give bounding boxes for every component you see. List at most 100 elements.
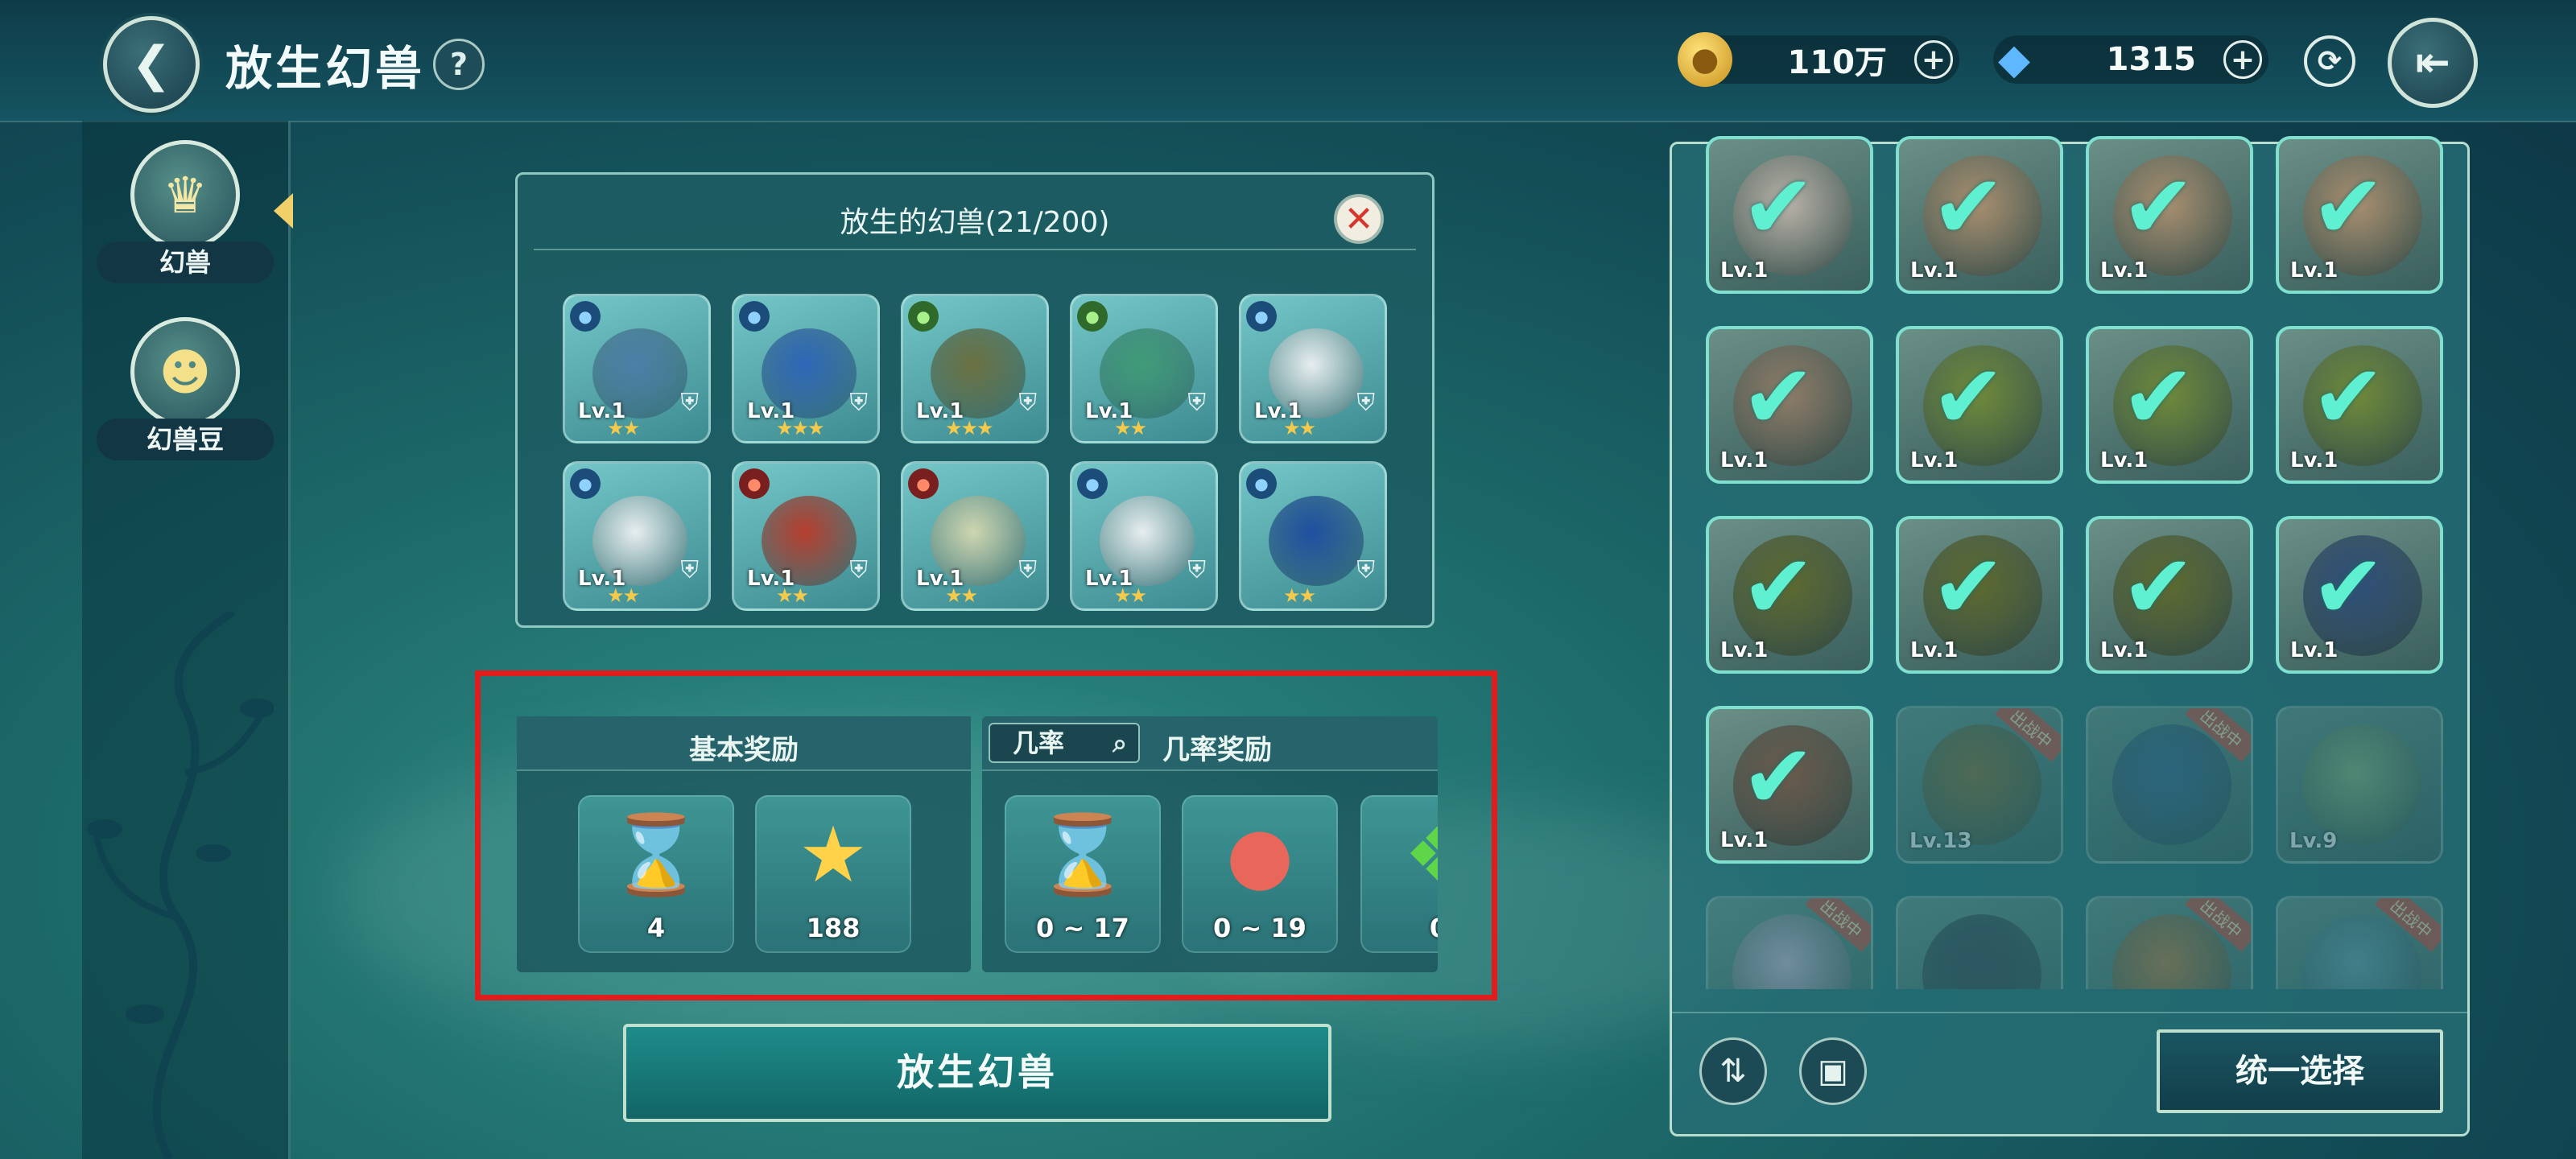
beast-stars: ★★	[2089, 479, 2250, 481]
beast-stars: ★★	[1899, 479, 2060, 481]
inventory-beast-card[interactable]: ✔Lv.1 ★★	[1706, 326, 1873, 484]
inventory-beast-card[interactable]: 出战中★★★★	[2086, 706, 2253, 864]
filter-button[interactable]: ▣	[1799, 1037, 1867, 1105]
beast-portrait	[1269, 496, 1364, 586]
beast-stars: ★★	[776, 584, 809, 607]
released-beast-card[interactable]: ● ⛨ Lv.1 ★★	[563, 461, 711, 611]
beast-stars: ★★★	[945, 417, 994, 439]
role-icon: ⛨	[1356, 389, 1376, 417]
inventory-toolbar: ⇅ ▣ 统一选择	[1672, 1012, 2467, 1134]
checkmark-icon: ✔	[2121, 155, 2196, 258]
help-button[interactable]: ?	[433, 39, 485, 90]
inventory-scroll[interactable]: ✔Lv.1★★✔Lv.1★★✔Lv.1★★✔Lv.1★★✔Lv.1★★✔Lv.1…	[1706, 136, 2454, 989]
sort-button[interactable]: ⇅	[1699, 1037, 1767, 1105]
released-count-title: 放生的幻兽(21/200)	[840, 206, 1110, 239]
beast-inventory-panel: ✔Lv.1★★✔Lv.1★★✔Lv.1★★✔Lv.1★★✔Lv.1★★✔Lv.1…	[1670, 136, 2470, 1136]
close-button[interactable]: ✕	[1334, 194, 1384, 244]
inventory-beast-card[interactable]: ✔Lv.1 ★	[1706, 516, 1873, 674]
inventory-beast-card[interactable]: ✔Lv.1 ★	[1706, 706, 1873, 864]
beast-stars: ★	[1709, 859, 1870, 860]
checkmark-icon: ✔	[2121, 345, 2196, 448]
beast-stars: ★★	[607, 584, 640, 607]
beast-level: Lv.1	[2290, 258, 2339, 283]
exit-door-icon: ⇤	[2415, 39, 2450, 87]
beast-level: Lv.1	[1910, 638, 1959, 662]
checkmark-icon: ✔	[2311, 155, 2386, 258]
sidebar-item-beast-beans[interactable]: ☻ 幻兽豆	[82, 306, 288, 475]
inventory-beast-card[interactable]: 出战中	[1706, 896, 1873, 989]
add-diamond-button[interactable]: +	[2223, 40, 2262, 79]
role-icon: ⛨	[849, 389, 869, 417]
beast-stars: ★★★★	[1898, 860, 2061, 861]
settings-button[interactable]: ⟳	[2304, 35, 2355, 87]
inventory-beast-card[interactable]: ✔Lv.1 ★★	[1896, 326, 2063, 484]
select-all-button[interactable]: 统一选择	[2157, 1029, 2443, 1113]
released-beast-card[interactable]: ● ⛨ Lv.1 ★★	[1239, 294, 1387, 443]
released-beast-card[interactable]: ● ⛨ ★★	[1239, 461, 1387, 611]
release-beasts-button[interactable]: 放生幻兽	[623, 1024, 1331, 1122]
active-indicator-icon	[274, 193, 293, 229]
leaf-element-icon: ●	[1077, 301, 1108, 332]
diamond-icon: ◆	[1998, 35, 2030, 84]
beast-stars: ★★★★★	[2278, 860, 2441, 861]
beast-level: Lv.1	[1910, 448, 1959, 472]
released-beast-card[interactable]: ● ⛨ Lv.1 ★★	[732, 461, 880, 611]
inventory-beast-card[interactable]	[1896, 896, 2063, 989]
beast-stars: ★★	[1114, 417, 1147, 439]
beast-stars: ★★	[945, 584, 978, 607]
beast-stars: ★★	[1709, 289, 1870, 291]
inventory-beast-card[interactable]: ✔Lv.1 ★★	[1706, 136, 1873, 294]
inventory-beast-card[interactable]: Lv.9 ★★★★★	[2276, 706, 2443, 864]
inventory-beast-card[interactable]: ✔Lv.1 ★★	[2276, 326, 2443, 484]
inventory-beast-card[interactable]: ✔Lv.1 ★★	[2276, 136, 2443, 294]
add-gold-button[interactable]: +	[1914, 40, 1953, 79]
role-icon: ⛨	[1356, 556, 1376, 584]
released-beast-card[interactable]: ● ⛨ Lv.1 ★★	[1070, 461, 1218, 611]
water-element-icon: ●	[739, 301, 770, 332]
checkmark-icon: ✔	[1931, 345, 2006, 448]
inventory-beast-card[interactable]: ✔Lv.1 ★★	[2086, 326, 2253, 484]
released-beast-card[interactable]: ● ⛨ Lv.1 ★★	[1070, 294, 1218, 443]
sidebar-item-beasts[interactable]: ♛ 幻兽	[82, 129, 293, 298]
gold-counter: ● 110万 +	[1678, 32, 1959, 87]
beast-level: Lv.1	[2290, 638, 2339, 662]
inventory-beast-card[interactable]: ✔Lv.1 ★★	[2086, 516, 2253, 674]
inventory-beast-card[interactable]: ✔Lv.1 ★★	[1896, 136, 2063, 294]
fire-element-icon: ●	[739, 468, 770, 499]
beast-stars: ★★	[1283, 584, 1316, 607]
released-beast-card[interactable]: ● ⛨ Lv.1 ★★★	[901, 294, 1049, 443]
released-beast-card[interactable]: ● ⛨ Lv.1 ★★★	[732, 294, 880, 443]
beast-stars: ★★	[2279, 479, 2440, 481]
leaf-element-icon: ●	[908, 301, 939, 332]
inventory-beast-card[interactable]: 出战中Lv.13★★★★	[1896, 706, 2063, 864]
beast-level: Lv.1	[2100, 258, 2149, 283]
highlight-box	[475, 670, 1497, 1000]
exit-button[interactable]: ⇤	[2388, 18, 2478, 108]
role-icon: ⛨	[1018, 556, 1038, 584]
inventory-beast-card[interactable]: ✔Lv.1 ★★	[1896, 516, 2063, 674]
beast-stars: ★★	[2279, 289, 2440, 291]
beast-level: Lv.1	[1720, 828, 1769, 852]
released-beast-grid: ● ⛨ Lv.1 ★★ ● ⛨ Lv.1 ★★★ ● ⛨ Lv.1 ★★★ ● ⛨ Lv.1 ★★ ● ⛨ Lv.1…	[563, 294, 1387, 611]
top-bar: ❮ 放生幻兽 ? ● 110万 + ◆ 1315 + ⟳ ⇤	[0, 0, 2576, 122]
water-element-icon: ●	[570, 301, 601, 332]
beast-level: Lv.1	[2290, 448, 2339, 472]
released-beast-card[interactable]: ● ⛨ Lv.1 ★★	[901, 461, 1049, 611]
checkmark-icon: ✔	[1741, 155, 1816, 258]
inventory-beast-card[interactable]: ✔Lv.1 ★	[2276, 516, 2443, 674]
panel-header: 放生的幻兽(21/200) ✕	[534, 184, 1416, 250]
released-beast-card[interactable]: ● ⛨ Lv.1 ★★	[563, 294, 711, 443]
released-beasts-panel: 放生的幻兽(21/200) ✕ ● ⛨ Lv.1 ★★ ● ⛨ Lv.1 ★★★ ● ⛨ Lv.1 ★…	[515, 172, 1435, 628]
inventory-beast-card[interactable]: ✔Lv.1 ★★	[2086, 136, 2253, 294]
close-icon: ✕	[1344, 198, 1374, 240]
beast-stars: ★★	[2089, 289, 2250, 291]
inventory-beast-card[interactable]: 出战中	[2086, 896, 2253, 989]
beast-stars: ★★	[607, 417, 640, 439]
checkmark-icon: ✔	[2121, 535, 2196, 638]
checkmark-icon: ✔	[2311, 535, 2386, 638]
back-button[interactable]: ❮	[103, 16, 200, 113]
inventory-beast-card[interactable]: 出战中	[2276, 896, 2443, 989]
beast-stars: ★★★	[776, 417, 825, 439]
beast-level: Lv.1	[2100, 448, 2149, 472]
beast-portrait	[1922, 724, 2041, 845]
